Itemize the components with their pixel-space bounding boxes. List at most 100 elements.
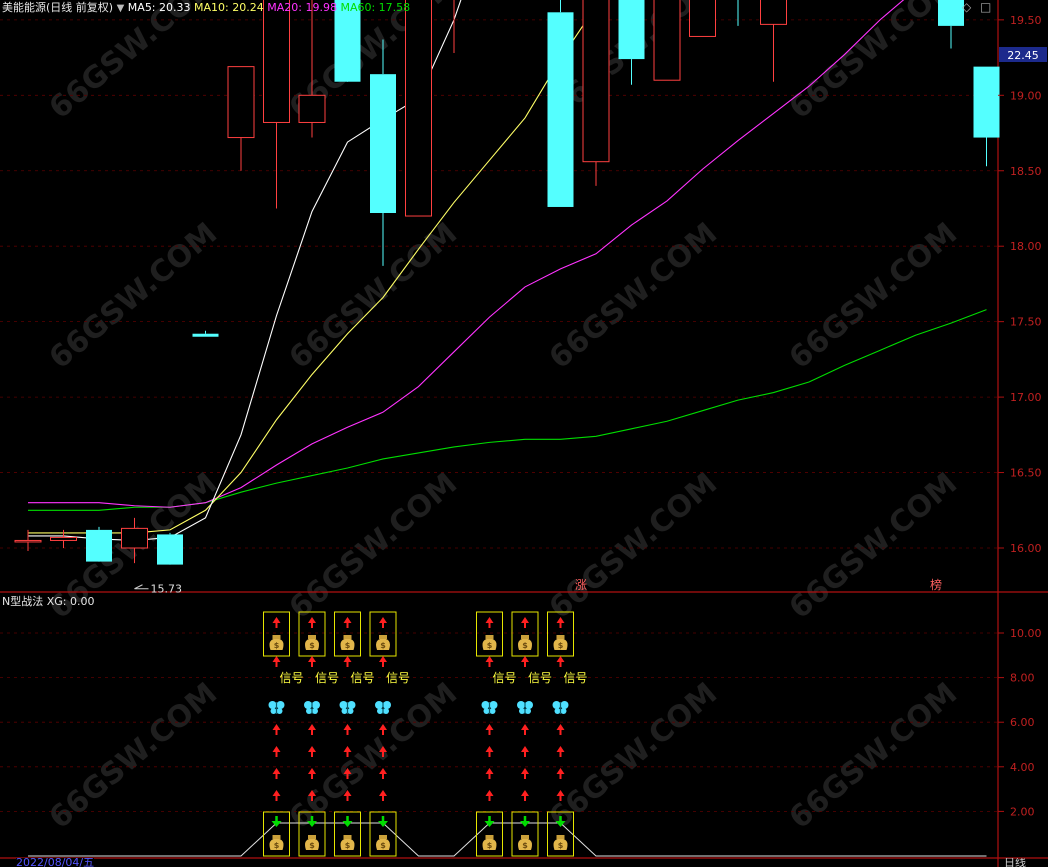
period-label[interactable]: 日线 — [1004, 858, 1026, 867]
money-bag-neck — [556, 835, 565, 839]
arrow-head — [272, 617, 281, 623]
watermark-text: 66GSW.COM — [783, 676, 964, 836]
wing — [270, 708, 277, 714]
wing — [341, 708, 348, 714]
money-bag-neck — [272, 635, 281, 639]
candle-body-down[interactable] — [973, 66, 1000, 138]
watermark-text: 66GSW.COM — [283, 216, 464, 376]
indicator-tick-label: 10.00 — [1010, 627, 1042, 640]
dollar-sign: $ — [380, 841, 386, 850]
wing — [517, 701, 525, 709]
arrow-head — [379, 790, 387, 796]
arrow-head — [308, 656, 316, 662]
candle-body-up[interactable] — [405, 0, 432, 217]
grid-lines — [0, 19, 998, 812]
signal-column[interactable]: $$ — [263, 611, 290, 857]
red-up-arrow-icon — [485, 768, 494, 779]
watermark-text: 66GSW.COM — [783, 466, 964, 626]
arrow-head — [272, 790, 281, 796]
signal-label: 信号 — [386, 671, 410, 685]
indicator-header: N型战法 XG: 0.00 — [2, 594, 95, 609]
expand-icon[interactable]: □ — [980, 0, 991, 15]
price-marker: 22.45 — [1007, 49, 1039, 62]
red-up-arrow-icon — [272, 617, 281, 628]
candle-body-down[interactable] — [157, 534, 183, 565]
red-up-arrow-icon — [272, 746, 281, 757]
candle-body-up[interactable] — [50, 536, 77, 541]
signal-label: 信号 — [564, 671, 588, 685]
candle-body-up[interactable] — [227, 66, 255, 139]
stock-name[interactable]: 美能能源 — [2, 1, 46, 14]
money-bag-icon: $ — [269, 635, 284, 650]
dollar-sign: $ — [380, 641, 386, 650]
red-up-arrow-icon — [556, 746, 565, 757]
zhang-marker: 涨 — [575, 577, 587, 592]
signal-label: 信号 — [351, 671, 375, 685]
price-tick-label: 18.50 — [1010, 165, 1042, 178]
candle-body-down[interactable] — [86, 529, 112, 562]
watermark-text: 66GSW.COM — [43, 216, 224, 376]
red-up-arrow-icon — [272, 724, 281, 735]
dollar-sign: $ — [522, 641, 528, 650]
dollar-sign: $ — [345, 841, 351, 850]
red-up-arrow-icon — [521, 724, 529, 735]
money-bag-icon: $ — [340, 635, 355, 650]
red-up-arrow-icon — [308, 656, 316, 667]
settings-icon[interactable]: ▼ — [117, 3, 125, 14]
arrow-head — [521, 790, 529, 796]
ma5-value: MA5: 20.33 — [127, 1, 191, 14]
money-bag-neck — [379, 835, 387, 839]
butterfly-icon — [268, 701, 285, 714]
signal-column[interactable]: $$ — [511, 611, 539, 857]
candle-body-up[interactable] — [298, 94, 326, 123]
wing — [306, 708, 312, 714]
red-up-arrow-icon — [485, 617, 494, 628]
money-bag-icon: $ — [482, 835, 497, 850]
wing — [347, 708, 354, 714]
arrow-head — [521, 724, 529, 730]
indicator-tick-label: 4.00 — [1010, 761, 1035, 774]
candle-body-up[interactable] — [14, 539, 42, 543]
signal-column[interactable]: $$ — [476, 611, 503, 857]
watermark-text: 66GSW.COM — [783, 0, 964, 126]
money-bag-icon: $ — [340, 835, 355, 850]
price-tick-label: 16.50 — [1010, 467, 1042, 480]
wing — [339, 701, 348, 709]
signal-column[interactable]: $$ — [334, 611, 361, 857]
wing — [483, 708, 490, 714]
wing — [554, 708, 561, 714]
candle-body-down[interactable] — [192, 333, 219, 337]
green-down-arrow-icon — [484, 816, 495, 827]
butterfly-icon — [375, 701, 391, 714]
dollar-sign: $ — [309, 641, 315, 650]
candle-body-down[interactable] — [370, 74, 396, 214]
candle-body-up[interactable] — [121, 527, 148, 549]
money-bag-icon: $ — [553, 635, 568, 650]
candle-body-up[interactable] — [582, 0, 610, 163]
red-up-arrow-icon — [485, 656, 494, 667]
red-up-arrow-icon — [521, 617, 529, 628]
watermark-text: 66GSW.COM — [43, 0, 224, 126]
dollar-sign: $ — [522, 841, 528, 850]
arrow-head — [556, 724, 565, 730]
low-marker-arrow — [134, 584, 149, 590]
wing — [489, 701, 498, 709]
wing — [375, 701, 383, 709]
red-up-arrow-icon — [343, 724, 352, 735]
signal-label: 信号 — [280, 671, 304, 685]
arrow-head — [308, 768, 316, 774]
red-up-arrow-icon — [379, 617, 387, 628]
candle-body-down[interactable] — [547, 12, 574, 207]
price-axis: 16.00 16.50 17.00 17.50 18.00 18.50 19.00 19.50… — [998, 14, 1042, 555]
price-tick-label: 17.50 — [1010, 316, 1042, 329]
wing — [312, 708, 318, 714]
indicator-name[interactable]: N型战法 — [2, 595, 43, 608]
candle-body-up[interactable] — [263, 0, 290, 123]
arrow-head — [272, 724, 281, 730]
arrow-head — [520, 821, 530, 827]
red-up-arrow-icon — [521, 656, 529, 667]
red-up-arrow-icon — [272, 768, 281, 779]
arrow-head — [521, 656, 529, 662]
diamond-icon[interactable]: ◇ — [962, 0, 971, 15]
red-up-arrow-icon — [343, 617, 352, 628]
